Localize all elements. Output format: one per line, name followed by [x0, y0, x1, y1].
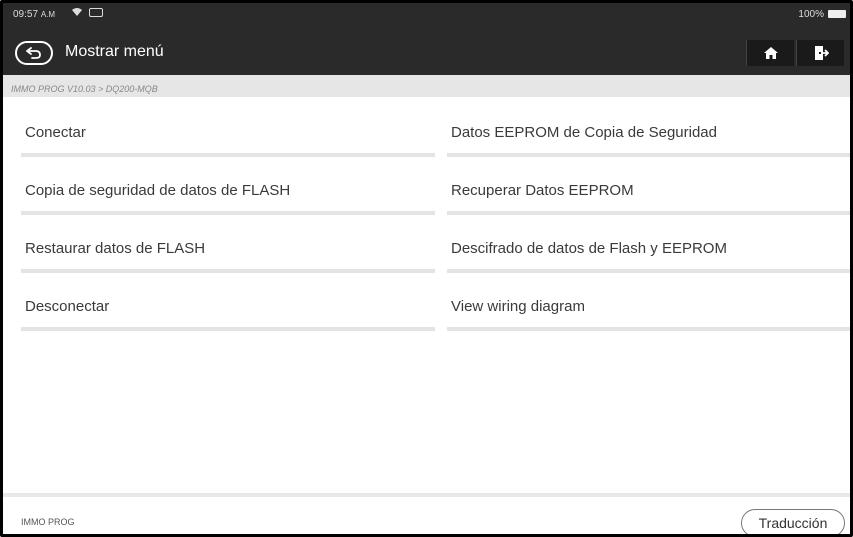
- menu-item-wiring-diagram[interactable]: View wiring diagram: [447, 277, 850, 331]
- menu-item-desconectar[interactable]: Desconectar: [21, 277, 435, 331]
- app-frame: 09:57 A.M 100% Mostrar menú IMMO PROG V1…: [0, 0, 853, 537]
- footer-bar: IMMO PROG Traducción: [3, 493, 850, 534]
- app-label: IMMO PROG: [21, 517, 75, 527]
- menu-item-label: View wiring diagram: [451, 298, 585, 315]
- page-title: Mostrar menú: [65, 43, 164, 60]
- exit-icon: [814, 46, 829, 60]
- back-arrow-icon: [26, 47, 41, 59]
- home-icon: [763, 47, 778, 59]
- top-bar: 09:57 A.M 100% Mostrar menú: [3, 3, 850, 75]
- menu-item-decrypt-data[interactable]: Descifrado de datos de Flash y EEPROM: [447, 219, 850, 273]
- breadcrumb: IMMO PROG V10.03 > DQ200-MQB: [3, 75, 850, 97]
- back-button[interactable]: [15, 41, 53, 65]
- menu-item-backup-eeprom[interactable]: Datos EEPROM de Copia de Seguridad: [447, 103, 850, 157]
- menu-item-conectar[interactable]: Conectar: [21, 103, 435, 157]
- menu-item-label: Datos EEPROM de Copia de Seguridad: [451, 124, 717, 141]
- status-time: 09:57 A.M: [13, 9, 55, 20]
- menu-item-restore-flash[interactable]: Restaurar datos de FLASH: [21, 219, 435, 273]
- home-button[interactable]: [746, 40, 794, 66]
- exit-button[interactable]: [796, 40, 844, 66]
- translate-button[interactable]: Traducción: [741, 509, 845, 534]
- menu-item-backup-flash[interactable]: Copia de seguridad de datos de FLASH: [21, 161, 435, 215]
- status-time-value: 09:57: [13, 9, 39, 20]
- menu-item-label: Conectar: [25, 124, 86, 141]
- battery-percent: 100%: [798, 9, 824, 20]
- menu-item-label: Recuperar Datos EEPROM: [451, 182, 634, 199]
- menu-item-label: Restaurar datos de FLASH: [25, 240, 206, 257]
- keyboard-icon: [89, 8, 103, 17]
- menu-item-label: Descifrado de datos de Flash y EEPROM: [451, 240, 727, 257]
- menu-item-recover-eeprom[interactable]: Recuperar Datos EEPROM: [447, 161, 850, 215]
- menu-item-label: Copia de seguridad de datos de FLASH: [25, 182, 291, 199]
- wifi-icon: [71, 7, 83, 20]
- battery-icon: [828, 10, 846, 18]
- status-bar: 09:57 A.M 100%: [3, 3, 850, 27]
- menu-item-label: Desconectar: [25, 298, 110, 315]
- status-ampm: A.M: [40, 10, 56, 19]
